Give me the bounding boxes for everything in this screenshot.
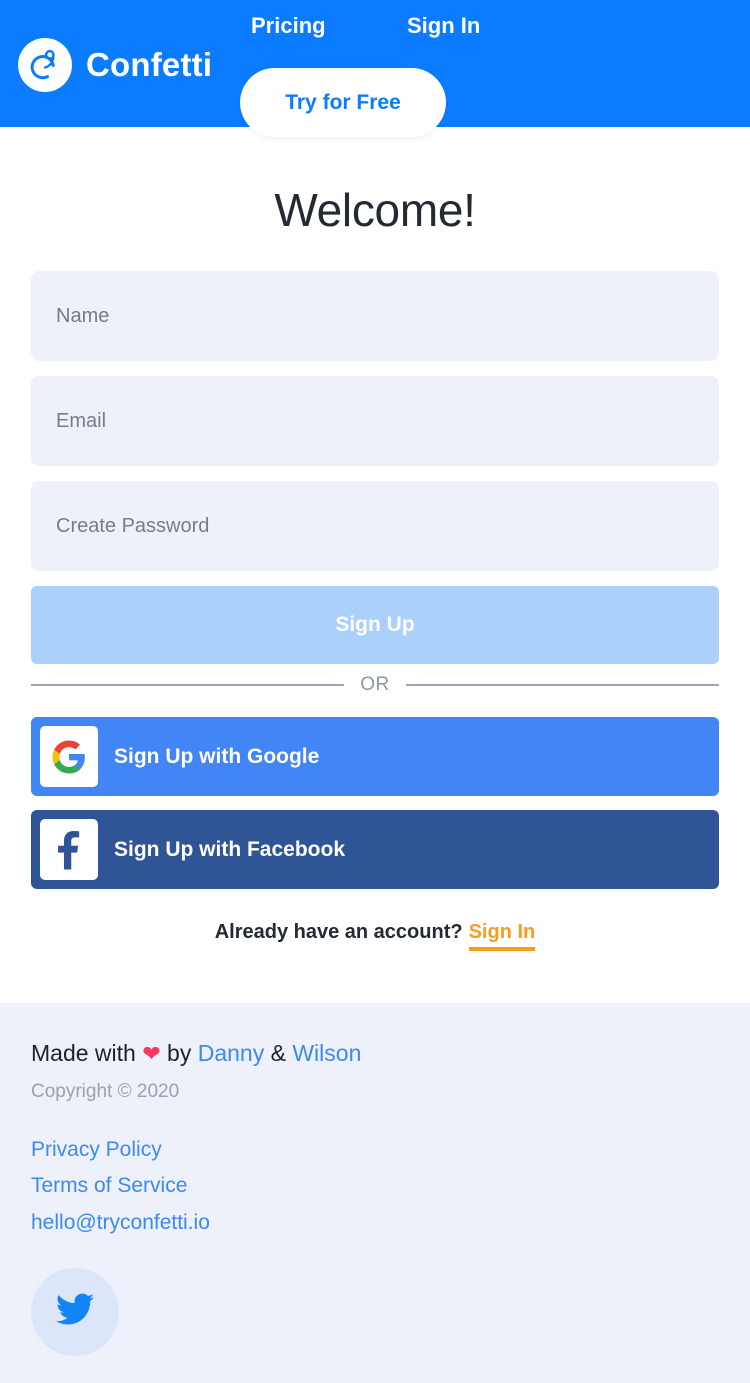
heart-icon: ❤ [142,1041,161,1066]
made-with-line: Made with ❤ by Danny & Wilson [31,1036,750,1071]
confetti-swirl-icon [18,38,72,92]
sign-in-link[interactable]: Sign In [468,921,536,951]
brand-logo[interactable]: Confetti [18,38,212,92]
facebook-button-label: Sign Up with Facebook [114,837,346,861]
divider-rule-left [31,684,345,686]
footer-link-terms-of-service[interactable]: Terms of Service [31,1168,750,1205]
already-have-account: Already have an account? Sign In [0,921,750,951]
google-button-label: Sign Up with Google [114,744,320,768]
sign-up-with-google-button[interactable]: Sign Up with Google [31,717,719,796]
create-password-input[interactable] [31,481,719,571]
email-input[interactable] [31,376,719,466]
page-title: Welcome! [274,184,476,236]
or-divider: OR [31,672,719,698]
site-footer: Made with ❤ by Danny & Wilson Copyright … [0,1003,750,1383]
signup-page: Confetti Pricing Sign In Try for Free We… [0,0,750,1383]
divider-rule-right [405,684,719,686]
author-danny-link[interactable]: Danny [198,1040,264,1066]
name-input[interactable] [31,271,719,361]
made-with-prefix: Made with [31,1040,136,1066]
copyright-text: Copyright © 2020 [31,1080,180,1102]
twitter-link[interactable] [31,1267,119,1356]
twitter-icon [53,1290,97,1333]
brand-name: Confetti [86,46,213,83]
sign-up-with-facebook-button[interactable]: Sign Up with Facebook [31,810,719,889]
nav-link-sign-in[interactable]: Sign In [407,13,480,39]
facebook-icon [40,819,98,880]
already-have-account-text: Already have an account? [214,921,463,943]
nav-link-pricing[interactable]: Pricing [251,13,326,39]
divider-label: OR [360,674,390,695]
made-with-by: by [167,1040,192,1066]
author-wilson-link[interactable]: Wilson [292,1040,361,1066]
google-icon [40,726,98,787]
signup-main: Welcome! Sign Up OR Sign Up with Google [0,127,750,1003]
author-joiner: & [270,1040,286,1066]
footer-link-email-contact[interactable]: hello@tryconfetti.io [31,1205,750,1242]
try-for-free-button[interactable]: Try for Free [240,68,446,137]
sign-up-button[interactable]: Sign Up [31,586,719,664]
footer-links: Privacy Policy Terms of Service hello@tr… [31,1132,750,1242]
footer-link-privacy-policy[interactable]: Privacy Policy [31,1132,750,1169]
